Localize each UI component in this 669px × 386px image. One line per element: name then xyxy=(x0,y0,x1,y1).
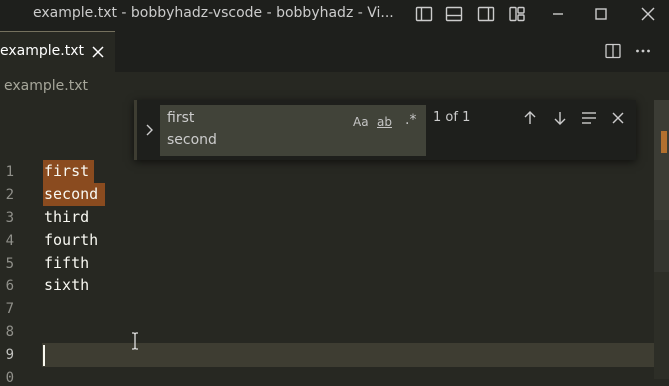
line-number: 1 xyxy=(5,164,14,180)
code-line[interactable]: second xyxy=(44,185,98,203)
code-line[interactable]: first xyxy=(44,162,89,180)
scrollbar-thumb[interactable] xyxy=(654,100,669,220)
use-regex-toggle[interactable]: .* xyxy=(405,112,416,130)
title-bar: example.txt - bobbyhadz-vscode - bobbyha… xyxy=(0,0,669,31)
minimize-icon[interactable] xyxy=(548,4,568,24)
mouse-ibeam-icon xyxy=(132,332,138,350)
close-window-icon[interactable] xyxy=(638,4,658,24)
breadcrumb-file[interactable]: example.txt xyxy=(4,78,88,94)
toggle-secondary-sidebar-icon[interactable] xyxy=(476,4,496,24)
toggle-replace-button[interactable] xyxy=(134,100,158,160)
line-number: 4 xyxy=(5,233,14,249)
tab-example-txt[interactable]: example.txt xyxy=(0,31,115,72)
line-number: 7 xyxy=(5,301,14,317)
tab-label: example.txt xyxy=(0,43,84,59)
find-in-selection-icon[interactable] xyxy=(580,109,598,127)
chevron-right-icon xyxy=(146,124,153,136)
tab-bar: example.txt xyxy=(0,31,669,72)
line-number: 9 xyxy=(5,347,14,363)
window-title: example.txt - bobbyhadz-vscode - bobbyha… xyxy=(33,5,394,21)
breadcrumb[interactable]: example.txt xyxy=(0,72,669,100)
line-number: 2 xyxy=(5,187,14,203)
match-whole-word-toggle[interactable]: ab xyxy=(377,115,392,133)
split-editor-icon[interactable] xyxy=(604,42,622,60)
scrollbar-match-marker xyxy=(661,131,667,153)
line-number: 0 xyxy=(5,370,14,386)
find-query-line: second xyxy=(167,132,217,148)
previous-match-icon[interactable] xyxy=(521,109,539,127)
find-input[interactable]: first second Aa ab .* xyxy=(160,105,426,156)
close-tab-icon[interactable] xyxy=(90,44,106,60)
close-find-icon[interactable] xyxy=(609,109,627,127)
code-line[interactable]: fourth xyxy=(44,231,98,249)
next-match-icon[interactable] xyxy=(551,109,569,127)
scrollbar-track-section xyxy=(654,220,669,272)
find-query-line: first xyxy=(167,110,195,126)
match-count: 1 of 1 xyxy=(433,110,471,125)
code-line[interactable]: fifth xyxy=(44,254,89,272)
code-line[interactable]: third xyxy=(44,208,89,226)
find-widget: first second Aa ab .* 1 of 1 xyxy=(134,100,636,160)
line-number: 5 xyxy=(5,256,14,272)
code-line[interactable]: sixth xyxy=(44,276,89,294)
toggle-panel-icon[interactable] xyxy=(444,4,464,24)
toggle-primary-sidebar-icon[interactable] xyxy=(414,4,434,24)
customize-layout-icon[interactable] xyxy=(507,4,527,24)
more-actions-icon[interactable] xyxy=(634,42,652,60)
text-cursor xyxy=(43,345,45,366)
line-number: 6 xyxy=(5,278,14,294)
match-case-toggle[interactable]: Aa xyxy=(353,115,369,133)
maximize-icon[interactable] xyxy=(591,4,611,24)
line-number: 3 xyxy=(5,210,14,226)
line-number: 8 xyxy=(5,324,14,340)
